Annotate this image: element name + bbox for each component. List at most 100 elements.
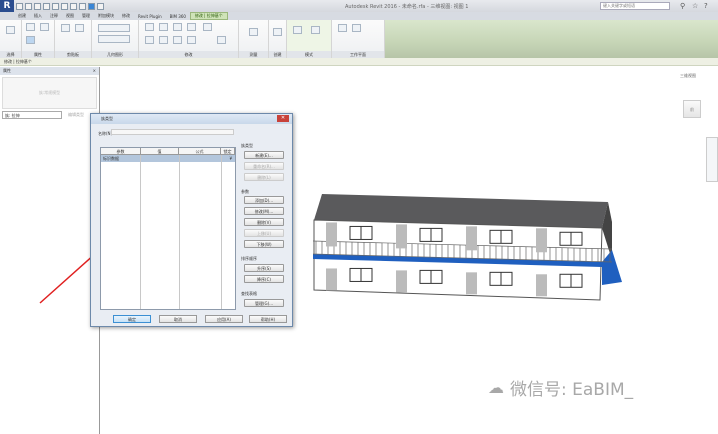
redo-icon[interactable] [43,2,50,10]
instance-filter-select[interactable]: 族: 拉伸 [2,111,62,119]
col-lock[interactable]: 锁定 [221,148,235,154]
type-selector[interactable]: 族:常规模型 [2,77,97,109]
col-parameter[interactable]: 参数 [101,148,141,154]
join-geometry-icon[interactable] [98,35,130,43]
door [396,270,407,293]
watermark-text: 微信号: EaBIM_ [510,380,634,400]
modify-icon[interactable] [6,26,15,34]
help-button[interactable]: 帮助(H) [249,315,287,323]
copy-icon[interactable] [159,36,168,44]
door [326,222,337,247]
panel-label: 工作平面 [332,51,384,58]
save-icon[interactable] [25,2,32,10]
tab-addins[interactable]: 附加模块 [94,13,118,19]
panel-label: 选择 [0,51,21,58]
properties-header: 属性 × [0,67,99,75]
tab-create[interactable]: 创建 [14,13,30,19]
measure-icon[interactable] [61,2,68,10]
col-value[interactable]: 值 [141,148,179,154]
family-types-dialog: 族类型 ✕ 名称(N): 参数 值 公式 锁定 标识数据 ¥ 族类型 新建(E)..… [90,113,293,327]
thin-lines-icon[interactable] [88,2,95,10]
new-type-button[interactable]: 新建(E)... [244,151,284,159]
tab-modify-extrusion[interactable]: 修改 | 拉伸基个 [189,12,228,20]
properties-icon[interactable] [26,36,35,44]
family-category-icon[interactable] [40,23,49,31]
name-select[interactable] [111,129,234,135]
rename-type-button[interactable]: 重命名(R)... [244,162,284,170]
trim-icon[interactable] [187,36,196,44]
rotate-icon[interactable] [173,36,182,44]
parameters-grid[interactable]: 参数 值 公式 锁定 标识数据 ¥ [100,147,236,310]
switch-windows-icon[interactable] [97,2,104,10]
revit-app-menu-button[interactable]: R [0,0,14,12]
lookup-tables-label: 查找表格 [241,291,257,296]
tab-view[interactable]: 视图 [62,13,78,19]
create-icon[interactable] [273,28,282,36]
group-row-identity-data[interactable]: 标识数据 ¥ [101,155,235,162]
manage-lookup-button[interactable]: 管理(G)... [244,299,284,307]
array-icon[interactable] [203,23,212,31]
sort-descending-button[interactable]: 降序(C) [244,275,284,283]
text-icon[interactable] [70,2,77,10]
viewcube[interactable]: 前 [683,100,701,118]
edit-extrusion-icon[interactable] [293,26,302,34]
close-button[interactable]: ✕ [277,115,289,122]
paste-icon[interactable] [61,24,70,32]
panel-label: 几何图形 [92,51,138,58]
move-up-button[interactable]: 上移(U) [244,229,284,237]
move-down-button[interactable]: 下移(W) [244,240,284,248]
tab-insert[interactable]: 插入 [30,13,46,19]
cancel-button[interactable]: 取消 [159,315,197,323]
panel-create: 创建 [269,20,287,58]
modify-parameter-button[interactable]: 修改(M)... [244,207,284,215]
cut-icon[interactable] [75,24,84,32]
tab-annotate[interactable]: 注释 [46,13,62,19]
align-icon[interactable] [145,23,154,31]
collapse-icon[interactable]: ¥ [229,155,232,162]
print-icon[interactable] [52,2,59,10]
tab-manage[interactable]: 管理 [78,13,94,19]
undo-icon[interactable] [34,2,41,10]
tab-revit-plugin[interactable]: Revit Plugin [134,14,166,19]
sort-order-label: 排序顺序 [241,256,257,261]
window-title: Autodesk Revit 2016 - 未命名.rfa - 三维视图: 视图… [345,4,469,10]
offset-icon[interactable] [159,23,168,31]
dialog-title-bar: 族类型 ✕ [91,114,292,124]
navigation-bar[interactable] [706,137,718,182]
show-work-plane-icon[interactable] [352,24,361,32]
extrusion-icon[interactable] [311,26,320,34]
set-work-plane-icon[interactable] [338,24,347,32]
apply-button[interactable]: 应用(A) [205,315,243,323]
mirror-icon[interactable] [173,23,182,31]
panel-clipboard: 剪贴板 [55,20,92,58]
split-icon[interactable] [187,23,196,31]
binoculars-icon[interactable]: ⚲ [680,2,685,10]
tab-bim360[interactable]: BIM 360 [166,14,190,19]
scale-icon[interactable] [217,36,226,44]
properties-title: 属性 [3,68,11,73]
3d-view-icon[interactable] [79,2,86,10]
open-icon[interactable] [16,2,23,10]
panel-label: 测量 [239,51,268,58]
door [536,228,547,253]
search-input[interactable]: 键入关键字或短语 [600,2,670,10]
panel-mode: 模式 [287,20,332,58]
column-divider [221,155,222,309]
help-icon[interactable]: ? [704,2,708,10]
sort-ascending-button[interactable]: 升序(S) [244,264,284,272]
measure-icon[interactable] [249,28,258,36]
panel-measure: 测量 [239,20,269,58]
remove-parameter-button[interactable]: 删除(V) [244,218,284,226]
tab-modify[interactable]: 修改 [118,13,134,19]
move-icon[interactable] [145,36,154,44]
star-icon[interactable]: ☆ [692,2,698,10]
edit-type-button[interactable]: 编辑类型 [68,112,84,118]
close-icon[interactable]: × [93,67,96,75]
delete-type-button[interactable]: 删除(L) [244,173,284,181]
cut-geometry-icon[interactable] [98,24,130,32]
add-parameter-button[interactable]: 添加(D)... [244,196,284,204]
col-formula[interactable]: 公式 [179,148,221,154]
ok-button[interactable]: 确定 [113,315,151,323]
family-types-icon[interactable] [26,23,35,31]
panel-label: 属性 [22,51,54,58]
